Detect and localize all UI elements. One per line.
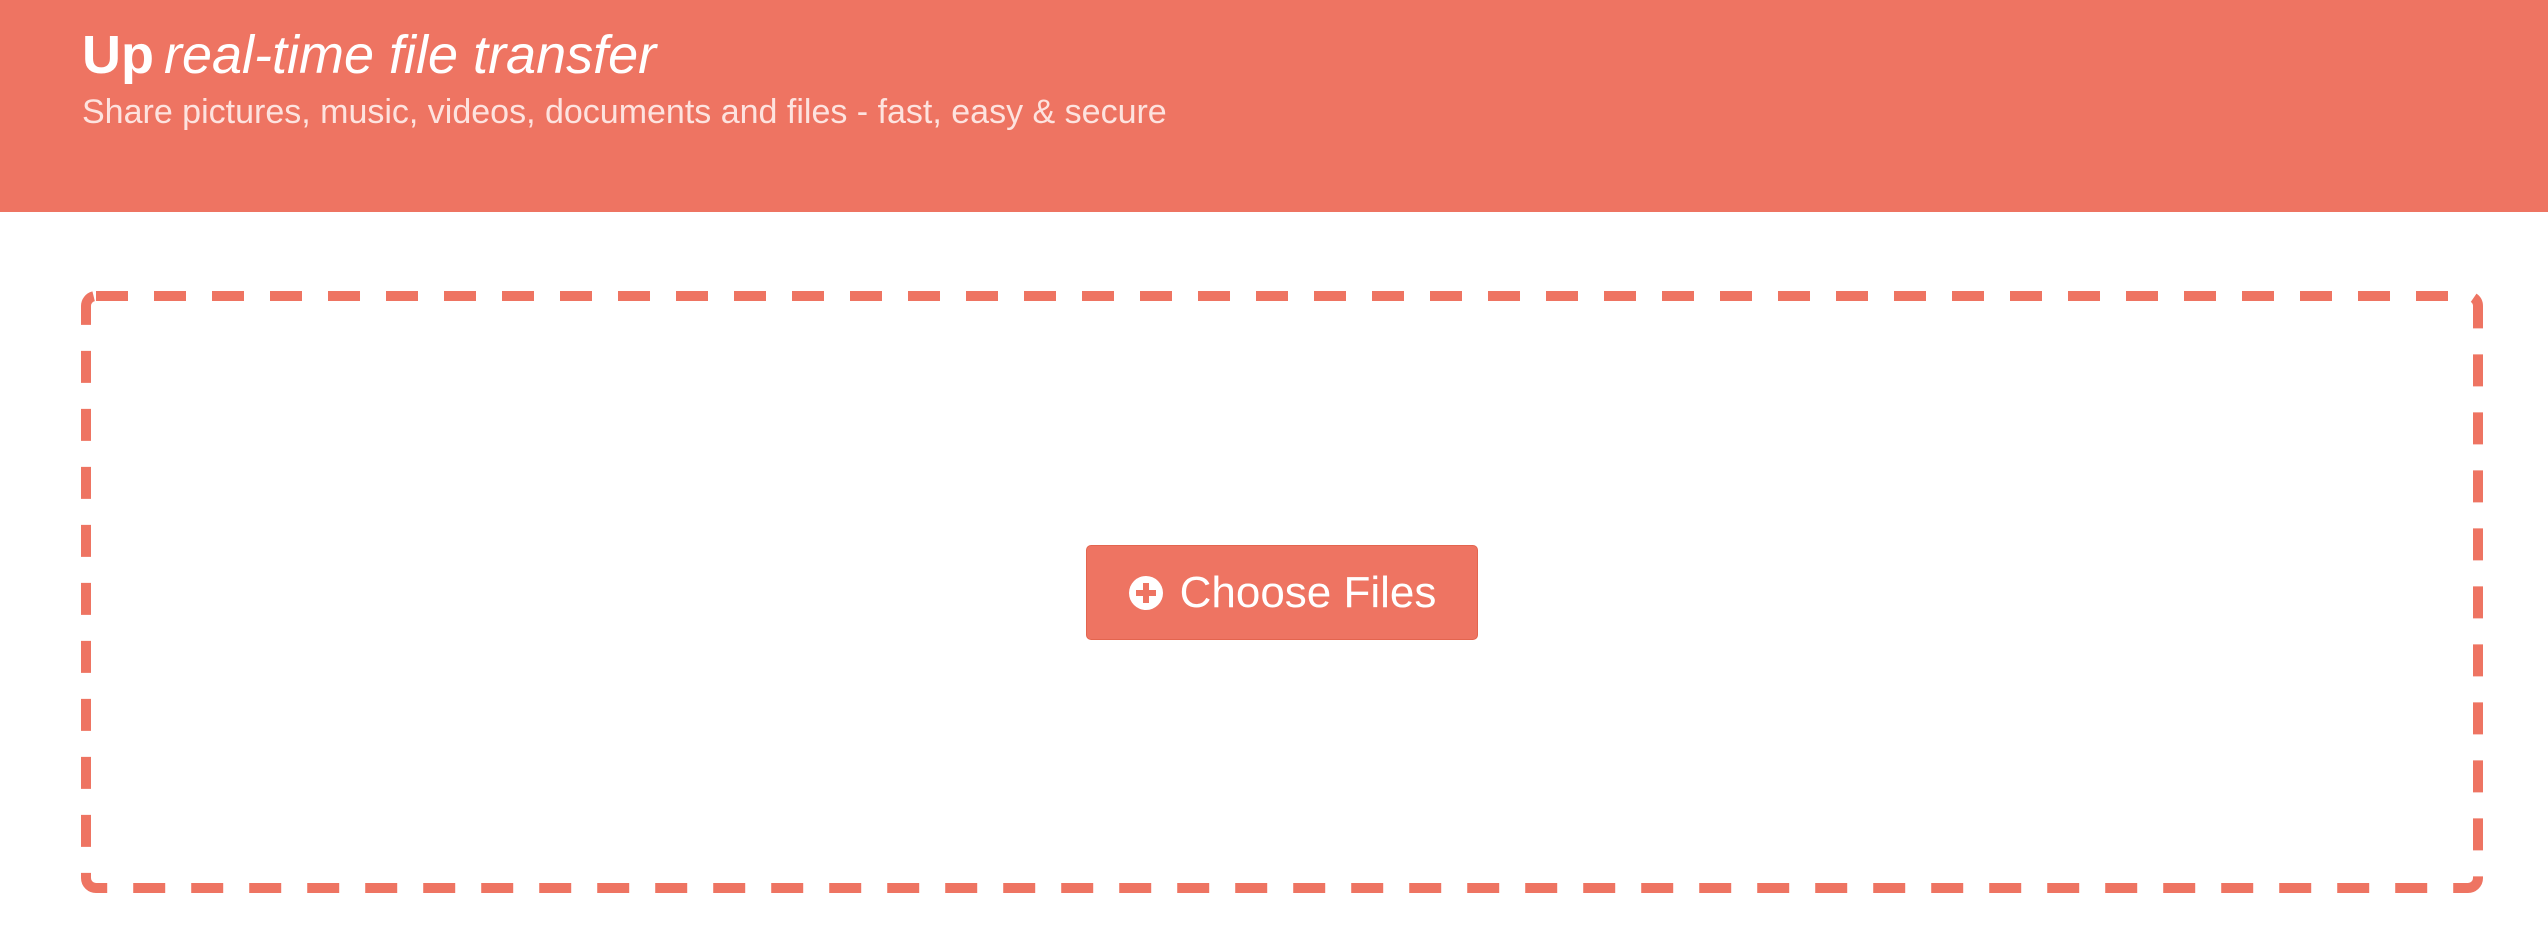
brand-name: Up [82,25,154,85]
plus-circle-icon [1128,575,1164,611]
brand-title: Up real-time file transfer [82,22,656,88]
brand-tagline: real-time file transfer [163,25,657,85]
header-subtitle: Share pictures, music, videos, documents… [82,93,1167,131]
header-banner: Up real-time file transfer Share pictures… [0,0,2548,212]
choose-files-button[interactable]: Choose Files [1086,545,1478,640]
choose-files-label: Choose Files [1179,567,1437,617]
